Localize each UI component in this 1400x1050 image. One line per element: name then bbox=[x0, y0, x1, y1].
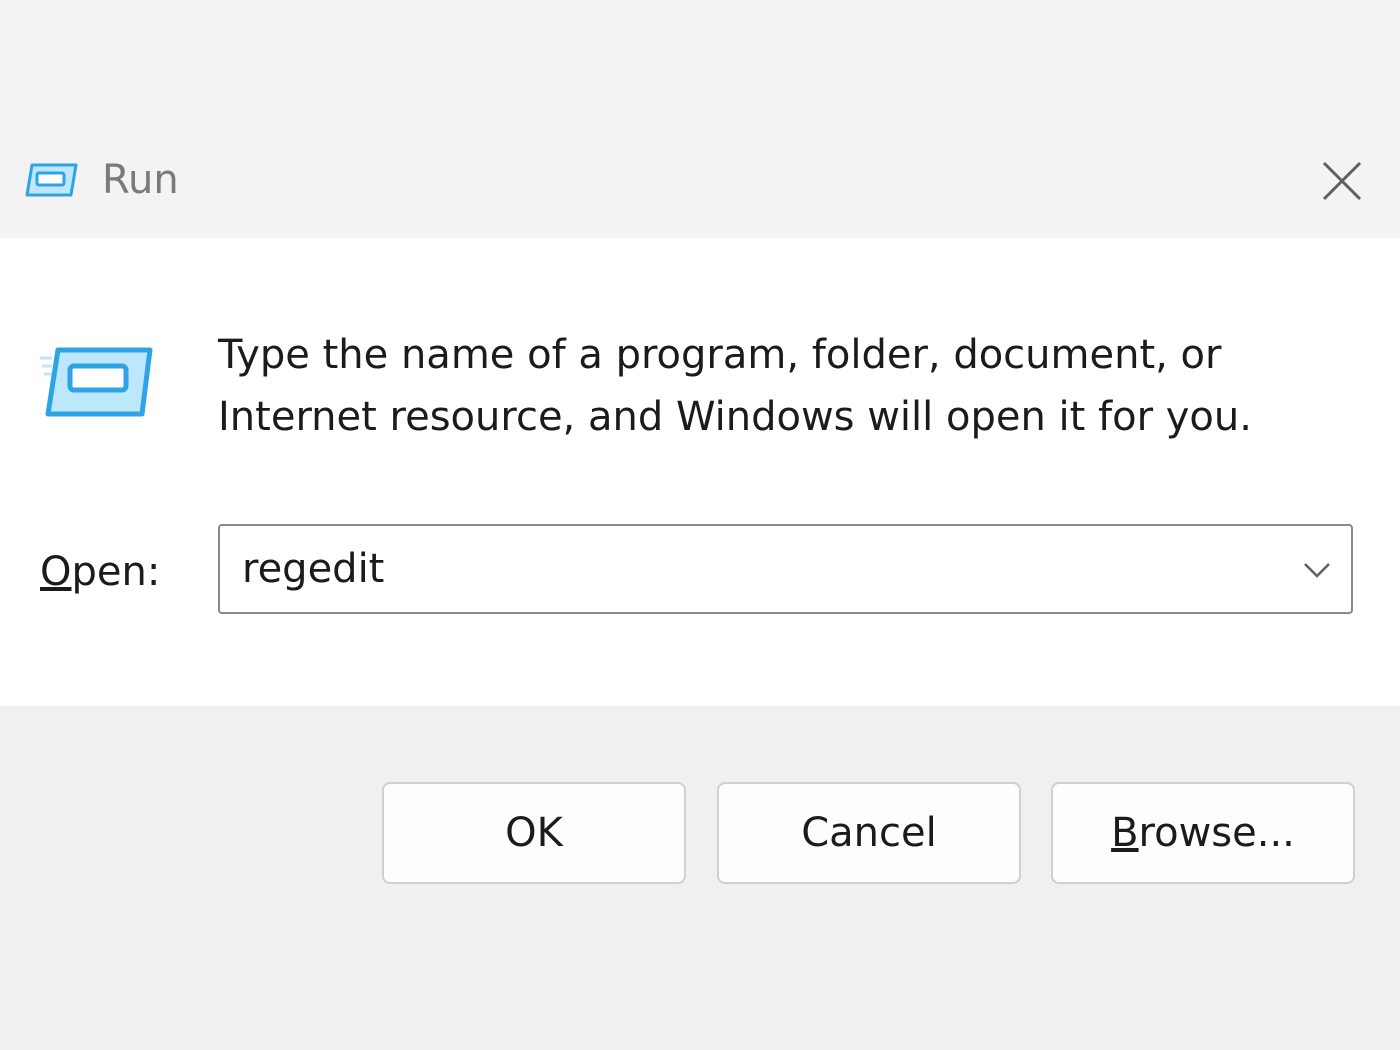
ok-button[interactable]: OK bbox=[382, 782, 686, 884]
open-combobox[interactable] bbox=[218, 524, 1353, 614]
run-icon bbox=[40, 347, 153, 417]
run-icon bbox=[25, 163, 78, 197]
open-input[interactable] bbox=[242, 536, 1262, 602]
button-bar: OK Cancel Browse... bbox=[0, 706, 1400, 1050]
cancel-button[interactable]: Cancel bbox=[717, 782, 1021, 884]
open-label-mnemonic: O bbox=[40, 549, 72, 595]
close-icon bbox=[1322, 161, 1362, 201]
open-label-text: pen: bbox=[71, 549, 161, 595]
open-label: Open: bbox=[40, 544, 160, 600]
window-title: Run bbox=[102, 157, 179, 203]
title-bar[interactable]: Run bbox=[0, 128, 1400, 238]
dropdown-button[interactable] bbox=[1297, 548, 1337, 592]
run-description: Type the name of a program, folder, docu… bbox=[218, 332, 1252, 440]
close-button[interactable] bbox=[1304, 146, 1380, 216]
browse-label: rowse... bbox=[1138, 810, 1295, 856]
dialog-content: Type the name of a program, folder, docu… bbox=[0, 238, 1400, 706]
browse-button[interactable]: Browse... bbox=[1051, 782, 1355, 884]
browse-mnemonic: B bbox=[1111, 810, 1139, 856]
run-dialog: Run Type the name of a program, folder, … bbox=[0, 0, 1400, 1050]
chevron-down-icon bbox=[1304, 563, 1330, 578]
